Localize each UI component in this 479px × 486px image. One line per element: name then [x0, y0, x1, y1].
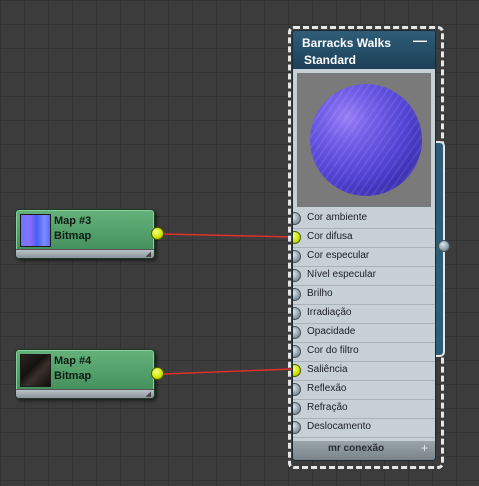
map-node-3[interactable]: Map #3 Bitmap ◢: [15, 209, 164, 259]
slot-label: Saliência: [307, 364, 348, 375]
material-footer: mr conexão +: [293, 441, 435, 460]
output-socket[interactable]: [151, 367, 164, 380]
map-node-type: Bitmap: [54, 370, 92, 382]
slot-socket[interactable]: [293, 402, 301, 415]
preview-sphere: [310, 84, 422, 196]
slot-label: Irradiação: [307, 307, 352, 318]
slot-row[interactable]: Saliência: [293, 361, 435, 381]
material-type: Standard: [304, 53, 357, 67]
material-output-socket[interactable]: [438, 240, 450, 252]
slot-socket[interactable]: [293, 212, 301, 225]
add-slot-icon[interactable]: +: [421, 441, 428, 455]
slot-label: Deslocamento: [307, 421, 371, 432]
slot-label: Cor ambiente: [307, 212, 368, 223]
slot-row[interactable]: Nível especular: [293, 266, 435, 286]
map-node-type: Bitmap: [54, 230, 92, 242]
slot-row[interactable]: Refração: [293, 399, 435, 419]
slot-socket[interactable]: [293, 364, 301, 377]
material-title: Barracks Walks: [302, 36, 391, 50]
slot-label: Reflexão: [307, 383, 347, 394]
slot-socket[interactable]: [293, 421, 301, 434]
slot-label: Nível especular: [307, 269, 376, 280]
slot-socket[interactable]: [293, 269, 301, 282]
slot-row[interactable]: Deslocamento: [293, 418, 435, 438]
slot-label: Cor do filtro: [307, 345, 359, 356]
resize-grip-icon[interactable]: ◢: [146, 250, 151, 258]
slot-socket[interactable]: [293, 231, 301, 244]
wire-map4-to-bump[interactable]: [163, 368, 294, 375]
slot-row[interactable]: Irradiação: [293, 304, 435, 324]
slot-row[interactable]: Cor do filtro: [293, 342, 435, 362]
slot-label: Brilho: [307, 288, 333, 299]
material-node[interactable]: Barracks Walks Standard — Cor ambiente Co…: [292, 30, 436, 461]
slot-row[interactable]: Reflexão: [293, 380, 435, 400]
slot-row[interactable]: Brilho: [293, 285, 435, 305]
slot-socket[interactable]: [293, 288, 301, 301]
footer-label: mr conexão: [328, 443, 385, 454]
map-node-4[interactable]: Map #4 Bitmap ◢: [15, 349, 164, 399]
slot-row[interactable]: Cor especular: [293, 247, 435, 267]
material-header[interactable]: Barracks Walks Standard —: [293, 31, 435, 69]
slot-socket[interactable]: [293, 307, 301, 320]
map-node-footer: ◢: [16, 389, 154, 398]
slot-row[interactable]: Cor ambiente: [293, 209, 435, 229]
slot-socket[interactable]: [293, 326, 301, 339]
collapse-button[interactable]: —: [413, 32, 427, 48]
slot-row[interactable]: Cor difusa: [293, 228, 435, 248]
material-preview: [297, 73, 431, 207]
slot-label: Refração: [307, 402, 348, 413]
slot-label: Cor especular: [307, 250, 370, 261]
slot-socket[interactable]: [293, 345, 301, 358]
map-node-footer: ◢: [16, 249, 154, 258]
slot-socket[interactable]: [293, 250, 301, 263]
output-socket[interactable]: [151, 227, 164, 240]
slot-label: Cor difusa: [307, 231, 353, 242]
dark-texture-thumbnail: [20, 354, 51, 387]
slot-row[interactable]: Opacidade: [293, 323, 435, 343]
resize-grip-icon[interactable]: ◢: [146, 390, 151, 398]
slot-label: Opacidade: [307, 326, 356, 337]
normal-map-thumbnail: [20, 214, 51, 247]
slot-socket[interactable]: [293, 383, 301, 396]
map-node-name: Map #4: [54, 355, 92, 367]
map-node-name: Map #3: [54, 215, 92, 227]
wire-map3-to-diffuse[interactable]: [163, 233, 294, 238]
